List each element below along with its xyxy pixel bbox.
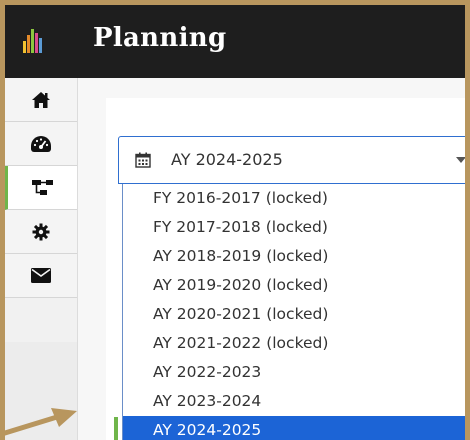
bar-chart-logo-icon[interactable] xyxy=(23,29,45,53)
sidebar-item-home[interactable] xyxy=(5,78,77,122)
dashboard-gauge-icon xyxy=(31,135,51,152)
active-indicator-bar xyxy=(114,417,118,440)
envelope-icon xyxy=(31,268,51,283)
year-option[interactable]: FY 2016-2017 (locked) xyxy=(123,184,465,213)
caret-down-icon[interactable] xyxy=(456,157,465,163)
sidebar-item-settings[interactable] xyxy=(5,210,77,254)
hierarchy-icon xyxy=(31,179,53,195)
year-option[interactable]: AY 2018-2019 (locked) xyxy=(123,242,465,271)
academic-year-select[interactable]: AY 2024-2025 xyxy=(118,136,465,184)
home-icon xyxy=(32,91,50,108)
year-option[interactable]: FY 2017-2018 (locked) xyxy=(123,213,465,242)
sidebar-item-hierarchy[interactable] xyxy=(5,166,77,210)
sidebar-item-dashboard[interactable] xyxy=(5,122,77,166)
main-content: AY 2024-2025 FY 2016-2017 (locked) FY 20… xyxy=(78,78,465,440)
calendar-icon xyxy=(135,152,151,168)
app-header: Planning xyxy=(5,5,465,78)
gear-icon xyxy=(32,223,50,240)
selected-year-value: AY 2024-2025 xyxy=(171,150,283,169)
year-option[interactable]: AY 2021-2022 (locked) xyxy=(123,329,465,358)
app-frame: Planning AY 2024-2025 FY 2016-2017 (lock… xyxy=(0,0,470,440)
year-option[interactable]: AY 2023-2024 xyxy=(123,387,465,416)
year-dropdown-list: FY 2016-2017 (locked) FY 2017-2018 (lock… xyxy=(122,184,465,440)
page-title: Planning xyxy=(93,23,227,53)
pointer-arrow-icon xyxy=(5,408,77,436)
year-option[interactable]: AY 2022-2023 xyxy=(123,358,465,387)
year-option[interactable]: AY 2019-2020 (locked) xyxy=(123,271,465,300)
year-option[interactable]: AY 2020-2021 (locked) xyxy=(123,300,465,329)
year-option-selected[interactable]: AY 2024-2025 xyxy=(123,416,465,440)
sidebar-item-messages[interactable] xyxy=(5,254,77,298)
